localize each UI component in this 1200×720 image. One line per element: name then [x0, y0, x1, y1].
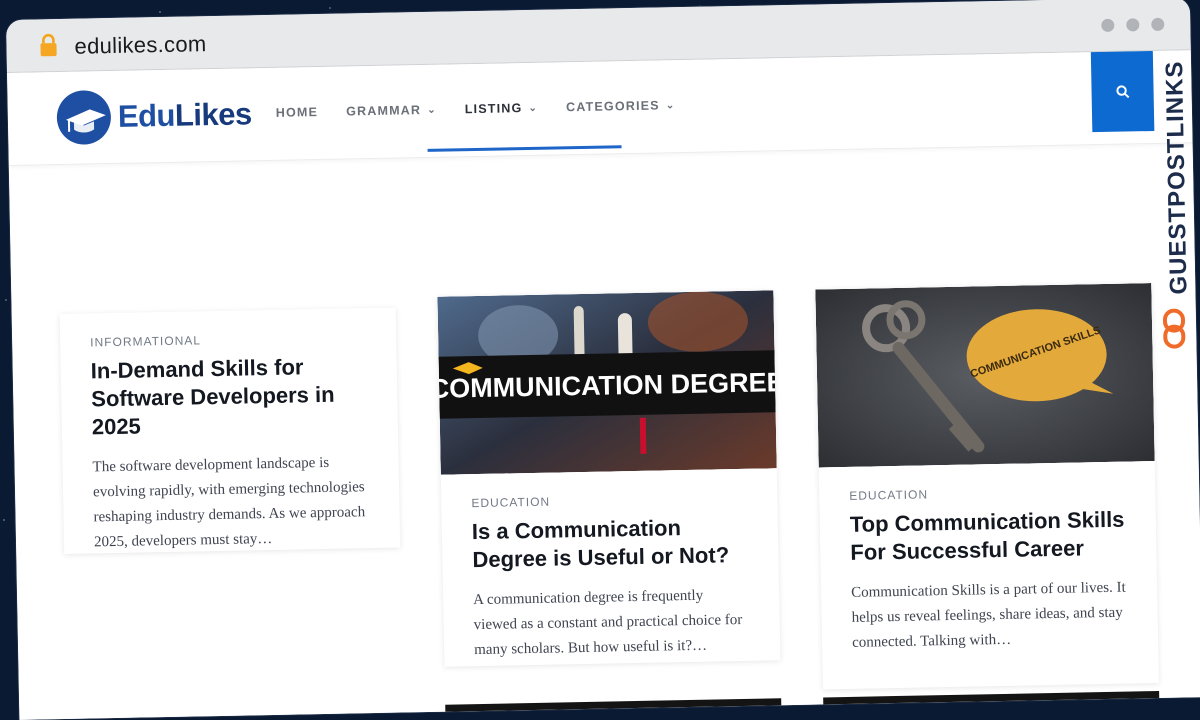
nav-item-listing[interactable]: LISTING ⌄: [465, 101, 539, 116]
post-title[interactable]: Top Communication Skills For Successful …: [850, 506, 1127, 567]
window-dot[interactable]: [1151, 17, 1165, 32]
post-title[interactable]: In-Demand Skills for Software Developers…: [90, 352, 368, 441]
post-grid: INFORMATIONAL In-Demand Skills for Softw…: [58, 213, 1160, 715]
chevron-down-icon: ⌄: [528, 102, 539, 114]
next-post-thumbnail-edge: [445, 698, 782, 715]
nav-item-grammar[interactable]: GRAMMAR ⌄: [345, 103, 437, 119]
url-text[interactable]: edulikes.com: [74, 31, 206, 60]
post-excerpt: Communication Skills is a part of our li…: [851, 579, 1126, 651]
chain-link-icon: [1162, 308, 1186, 349]
post-category[interactable]: EDUCATION: [849, 484, 1125, 503]
post-category[interactable]: INFORMATIONAL: [90, 330, 366, 349]
search-button[interactable]: [1090, 50, 1155, 133]
window-controls: [1101, 17, 1165, 32]
communication-skills-image: COMMUNICATION SKILLS: [815, 283, 1155, 468]
post-title[interactable]: Is a Communication Degree is Useful or N…: [472, 513, 749, 574]
nav-active-underline: [427, 145, 622, 152]
chevron-down-icon: ⌄: [427, 104, 437, 116]
post-card-body: EDUCATION Is a Communication Degree is U…: [441, 468, 781, 685]
post-card[interactable]: COMMUNICATION SKILLS EDUCATION Top Commu…: [815, 283, 1159, 690]
logo-text-likes: Likes: [174, 96, 253, 133]
nav-item-home[interactable]: HOME: [276, 105, 319, 120]
lock-icon: [40, 33, 57, 57]
graduation-cap-logo-icon: [56, 90, 111, 145]
window-dot[interactable]: [1126, 18, 1140, 32]
post-card-body: EDUCATION Top Communication Skills For S…: [819, 461, 1159, 678]
search-icon: [1116, 85, 1130, 99]
logo-text: EduLikes: [118, 96, 253, 135]
post-card-body: INFORMATIONAL In-Demand Skills for Softw…: [60, 308, 401, 578]
guestpostlinks-badge[interactable]: GUESTPOSTLINKS: [1155, 50, 1193, 351]
nav-label: CATEGORIES: [565, 98, 660, 115]
post-thumbnail[interactable]: COMMUNICATION SKILLS: [815, 283, 1155, 468]
nav-label: GRAMMAR: [345, 103, 422, 119]
post-thumbnail[interactable]: COMMUNICATION DEGREE: [437, 290, 777, 475]
nav-label: HOME: [275, 105, 319, 120]
post-excerpt: A communication degree is frequently vie…: [473, 587, 743, 659]
next-post-thumbnail-edge: [823, 690, 1160, 708]
badge-text: GUESTPOSTLINKS: [1160, 60, 1193, 295]
site-logo[interactable]: EduLikes: [55, 86, 252, 146]
nav-item-categories[interactable]: CATEGORIES ⌄: [566, 98, 676, 114]
post-category[interactable]: EDUCATION: [471, 491, 747, 511]
window-dot[interactable]: [1101, 18, 1115, 32]
nav-label: LISTING: [464, 101, 523, 117]
main-nav: HOME GRAMMAR ⌄ LISTING ⌄ CATEGORIES ⌄: [276, 98, 676, 120]
post-card[interactable]: COMMUNICATION DEGREE EDUCATION Is a Comm…: [437, 290, 781, 667]
post-excerpt: The software development landscape is ev…: [92, 454, 366, 551]
website: EduLikes HOME GRAMMAR ⌄ LISTING ⌄ CATEGO…: [7, 50, 1200, 720]
post-card[interactable]: INFORMATIONAL In-Demand Skills for Softw…: [59, 307, 401, 554]
communication-degree-image: COMMUNICATION DEGREE: [437, 290, 777, 475]
chevron-down-icon: ⌄: [665, 99, 676, 111]
logo-text-edu: Edu: [117, 97, 176, 134]
browser-window: edulikes.com EduLikes HOME GRAMMAR ⌄ LIS…: [6, 0, 1200, 720]
